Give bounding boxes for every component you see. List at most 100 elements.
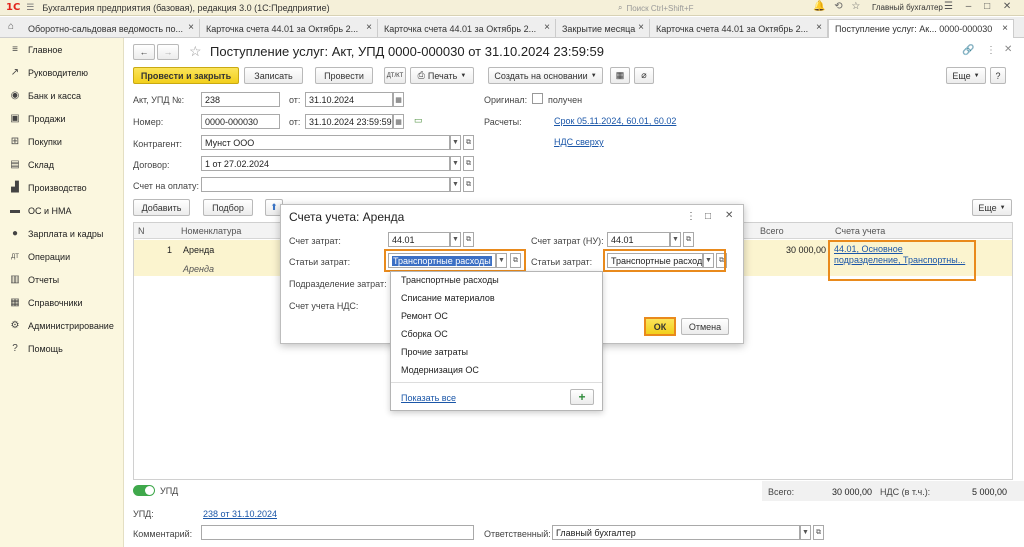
sidebar-item-bank[interactable]: ◉ Банк и касса — [0, 84, 123, 107]
cancel-button[interactable]: Отмена — [681, 318, 729, 335]
menu-icon[interactable]: ☰ — [26, 2, 34, 13]
dt-kt-button[interactable]: ДТ/КТ — [384, 67, 406, 84]
dropdown-item[interactable]: Модернизация ОС — [401, 365, 479, 375]
close-icon[interactable]: × — [544, 22, 550, 33]
cost-account-nu-dropdown[interactable]: ▼ — [670, 232, 681, 247]
create-based-on-button[interactable]: Создать на основании ▼ — [488, 67, 603, 84]
close-icon[interactable]: × — [816, 22, 822, 33]
cost-account-dropdown[interactable]: ▼ — [450, 232, 461, 247]
row-content[interactable]: Аренда — [183, 264, 214, 274]
sidebar-item-operations[interactable]: ДТ Операции — [0, 245, 123, 268]
dropdown-item[interactable]: Сборка ОС — [401, 329, 448, 339]
settlements-link[interactable]: Срок 05.11.2024, 60.01, 60.02 — [554, 116, 676, 126]
cost-account-field[interactable]: 44.01 — [388, 232, 450, 247]
contract-open[interactable]: ⧉ — [463, 156, 474, 171]
tab-month-close[interactable]: Закрытие месяца × — [556, 19, 650, 38]
home-icon[interactable]: ⌂ — [8, 21, 14, 32]
sidebar-item-production[interactable]: ▟ Производство — [0, 176, 123, 199]
invoice-dropdown[interactable]: ▼ — [450, 177, 461, 192]
responsible-field[interactable]: Главный бухгалтер — [552, 525, 800, 540]
cost-account-open[interactable]: ⧉ — [463, 232, 474, 247]
dialog-menu-icon[interactable]: ⋮ — [686, 211, 696, 222]
row-nomenclature[interactable]: Аренда — [183, 245, 214, 255]
sidebar-item-sales[interactable]: ▣ Продажи — [0, 107, 123, 130]
history-icon[interactable]: ⟲ — [834, 1, 842, 12]
sidebar-item-catalogs[interactable]: ▦ Справочники — [0, 291, 123, 314]
tab-services-receipt[interactable]: Поступление услуг: Ак... 0000-000030 × — [828, 19, 1014, 38]
post-button[interactable]: Провести — [315, 67, 373, 84]
ok-button[interactable]: ОК — [644, 317, 676, 336]
sidebar-item-salary[interactable]: ● Зарплата и кадры — [0, 222, 123, 245]
current-user[interactable]: Главный бухгалтер — [872, 3, 943, 12]
global-search[interactable]: ⌕ Поиск Ctrl+Shift+F — [618, 2, 798, 14]
show-all-link[interactable]: Показать все — [401, 393, 456, 403]
more-button[interactable]: Еще ▼ — [946, 67, 986, 84]
close-icon[interactable]: × — [366, 22, 372, 33]
more-options-icon[interactable]: ⋮ — [986, 45, 996, 56]
save-button[interactable]: Записать — [244, 67, 303, 84]
number-date-field[interactable]: 31.10.2024 23:59:59 — [305, 114, 393, 129]
contract-field[interactable]: 1 от 27.02.2024 — [201, 156, 450, 171]
sidebar-item-reports[interactable]: ▥ Отчеты — [0, 268, 123, 291]
contract-dropdown[interactable]: ▼ — [450, 156, 461, 171]
sidebar-item-purchases[interactable]: ⊞ Покупки — [0, 130, 123, 153]
upd-link[interactable]: 238 от 31.10.2024 — [203, 509, 277, 519]
post-and-close-button[interactable]: Провести и закрыть — [133, 67, 239, 84]
counterparty-open[interactable]: ⧉ — [463, 135, 474, 150]
cost-account-nu-open[interactable]: ⧉ — [683, 232, 694, 247]
bell-icon[interactable]: 🔔 — [813, 1, 825, 12]
tab-card-3[interactable]: Карточка счета 44.01 за Октябрь 2... × — [650, 19, 828, 38]
vat-link[interactable]: НДС сверху — [554, 137, 604, 147]
tab-card-2[interactable]: Карточка счета 44.01 за Октябрь 2... × — [378, 19, 556, 38]
close-icon[interactable]: × — [638, 22, 644, 33]
number-field[interactable]: 0000-000030 — [201, 114, 280, 129]
maximize-icon[interactable]: □ — [984, 1, 990, 12]
sidebar-item-help[interactable]: ? Помощь — [0, 337, 123, 360]
act-date-field[interactable]: 31.10.2024 — [305, 92, 393, 107]
favorite-star-icon[interactable]: ☆ — [189, 43, 202, 60]
counterparty-field[interactable]: Мунст ООО — [201, 135, 450, 150]
sidebar-item-admin[interactable]: ⚙ Администрирование — [0, 314, 123, 337]
link-icon[interactable]: 🔗 — [962, 45, 974, 56]
cost-account-nu-field[interactable]: 44.01 — [607, 232, 670, 247]
sidebar-item-assets[interactable]: ▬ ОС и НМА — [0, 199, 123, 222]
table-more-button[interactable]: Еще ▼ — [972, 199, 1012, 216]
tab-card-1[interactable]: Карточка счета 44.01 за Октябрь 2... × — [200, 19, 378, 38]
attach-button[interactable]: ⌀ — [634, 67, 654, 84]
document-flow-icon[interactable]: ▭ — [414, 115, 423, 126]
close-icon[interactable]: × — [188, 22, 194, 33]
dialog-maximize-icon[interactable]: □ — [705, 211, 711, 222]
act-number-field[interactable]: 238 — [201, 92, 280, 107]
back-button[interactable]: ← — [133, 44, 155, 60]
invoice-field[interactable] — [201, 177, 450, 192]
minimize-icon[interactable]: – — [966, 1, 972, 12]
close-icon[interactable]: × — [1002, 23, 1008, 34]
select-button[interactable]: Подбор — [203, 199, 253, 216]
dropdown-item[interactable]: Транспортные расходы — [401, 275, 499, 285]
counterparty-dropdown[interactable]: ▼ — [450, 135, 461, 150]
star-icon[interactable]: ☆ — [851, 1, 860, 12]
dropdown-item[interactable]: Прочие затраты — [401, 347, 468, 357]
invoice-open[interactable]: ⧉ — [463, 177, 474, 192]
responsible-dropdown[interactable]: ▼ — [800, 525, 811, 540]
sidebar-item-director[interactable]: ↗ Руководителю — [0, 61, 123, 84]
upd-toggle[interactable] — [133, 485, 155, 496]
structure-button[interactable]: ▦ — [610, 67, 630, 84]
tab-osv[interactable]: Оборотно-сальдовая ведомость по... × — [22, 19, 200, 38]
sidebar-item-warehouse[interactable]: ▤ Склад — [0, 153, 123, 176]
responsible-open[interactable]: ⧉ — [813, 525, 824, 540]
close-icon[interactable]: ✕ — [1003, 1, 1011, 12]
close-icon[interactable]: ✕ — [1004, 44, 1012, 55]
dialog-close-icon[interactable]: ✕ — [725, 210, 733, 221]
calendar-button[interactable]: ▦ — [393, 114, 404, 129]
calendar-button[interactable]: ▦ — [393, 92, 404, 107]
add-row-button[interactable]: Добавить — [133, 199, 190, 216]
comment-field[interactable] — [201, 525, 474, 540]
print-button[interactable]: ⎙ Печать ▼ — [410, 67, 474, 84]
dropdown-item[interactable]: Списание материалов — [401, 293, 495, 303]
dropdown-item[interactable]: Ремонт ОС — [401, 311, 448, 321]
add-new-button[interactable]: + — [570, 389, 594, 405]
original-checkbox[interactable] — [532, 93, 543, 104]
forward-button[interactable]: → — [157, 44, 179, 60]
help-button[interactable]: ? — [990, 67, 1006, 84]
